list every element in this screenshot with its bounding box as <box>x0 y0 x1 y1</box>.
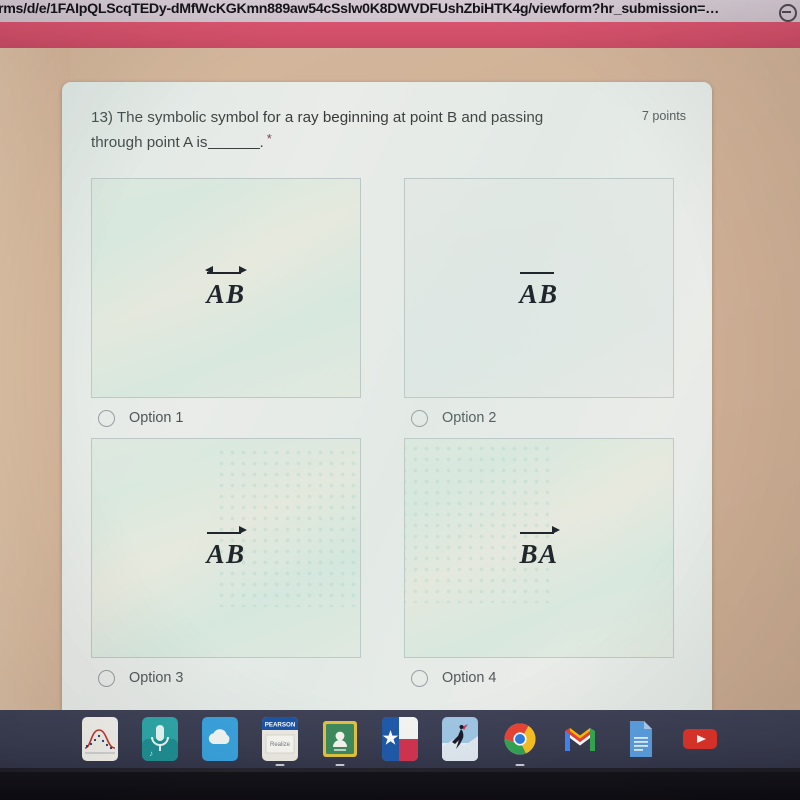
option-1-radio-row[interactable]: Option 1 <box>91 398 361 438</box>
dock: ♪ PEARSON Realize <box>0 710 800 768</box>
dock-item-graphing-calculator[interactable] <box>81 717 119 761</box>
graphing-calculator-icon <box>82 717 118 761</box>
bezel-edge-highlight <box>0 768 800 772</box>
notation-bar <box>520 532 554 534</box>
arrowhead-right-icon <box>551 525 560 534</box>
radio-option-4[interactable] <box>411 669 428 687</box>
notation-bar <box>520 272 554 274</box>
option-1-label: Option 1 <box>129 410 184 426</box>
question-body: The symbolic symbol for a ray beginning … <box>91 109 544 152</box>
dock-item-youtube[interactable] <box>681 717 719 761</box>
svg-text:PEARSON: PEARSON <box>265 722 296 729</box>
option-4-image[interactable]: BA <box>404 438 674 658</box>
option-cell-1: AB Option 1 <box>91 178 361 438</box>
sound-recorder-icon: ♪ <box>142 717 178 761</box>
question-body-end: . <box>259 134 264 152</box>
texas-flag-icon <box>382 717 418 761</box>
dock-running-indicator <box>335 763 345 766</box>
option-2-radio-row[interactable]: Option 2 <box>404 398 674 438</box>
options-row-1: AB Option 1 AB Option 2 <box>91 178 691 438</box>
arrowhead-right-icon <box>238 525 247 534</box>
line-notation-ab: AB <box>205 265 247 309</box>
option-4-letters: BA <box>519 539 559 569</box>
option-1-image[interactable]: AB <box>91 178 361 398</box>
dock-running-indicator <box>515 763 525 766</box>
question-text: 13) The symbolic symbol for a ray beginn… <box>91 106 591 154</box>
option-2-label: Option 2 <box>442 410 497 426</box>
cloud-app-icon <box>202 717 238 761</box>
question-header: 13) The symbolic symbol for a ray beginn… <box>91 106 686 154</box>
points-label: 7 points <box>641 109 686 123</box>
radio-option-3[interactable] <box>98 669 115 687</box>
option-4-label: Option 4 <box>442 670 497 686</box>
google-docs-icon <box>630 721 652 757</box>
question-number: 13) <box>91 109 113 126</box>
dock-item-google-docs[interactable] <box>621 717 659 761</box>
option-1-letters: AB <box>206 279 246 309</box>
dock-item-pearson-realize[interactable]: PEARSON Realize <box>261 717 299 766</box>
option-2-image[interactable]: AB <box>404 178 674 398</box>
chrome-icon <box>504 723 536 755</box>
answer-blank <box>207 148 260 150</box>
svg-text:Realize: Realize <box>270 742 291 748</box>
dock-running-indicator <box>275 763 285 766</box>
dock-item-google-classroom[interactable] <box>321 717 359 766</box>
dock-item-gmail[interactable] <box>561 717 599 761</box>
option-cell-3: AB Option 3 <box>91 438 361 698</box>
option-3-letters: AB <box>206 539 246 569</box>
option-2-letters: AB <box>519 279 559 309</box>
option-cell-2: AB Option 2 <box>404 178 674 438</box>
arrowhead-left-icon <box>205 265 214 274</box>
option-cell-4: BA Option 4 <box>404 438 674 698</box>
option-4-radio-row[interactable]: Option 4 <box>404 658 674 698</box>
dock-item-chrome[interactable] <box>501 717 539 766</box>
google-classroom-icon <box>323 721 357 757</box>
dock-item-photos[interactable] <box>441 717 479 761</box>
dancer-photo-icon <box>442 717 478 761</box>
dock-item-texas-app[interactable] <box>381 717 419 761</box>
option-3-image[interactable]: AB <box>91 438 361 658</box>
dock-item-cloud-app[interactable] <box>201 717 239 761</box>
segment-notation-ab: AB <box>519 268 558 308</box>
options-grid: AB Option 1 AB Option 2 AB Option 3 BA O… <box>91 178 691 698</box>
youtube-icon <box>683 729 717 749</box>
account-circle-icon[interactable] <box>779 4 797 22</box>
form-header-banner <box>0 22 800 48</box>
laptop-bezel <box>0 768 800 800</box>
required-asterisk: * <box>266 131 272 147</box>
gmail-icon <box>565 728 595 751</box>
laptop-screen-photo: rms/d/e/1FAIpQLScqTEDy-dMfWcKGKmn889aw54… <box>0 0 800 800</box>
option-3-radio-row[interactable]: Option 3 <box>91 658 361 698</box>
radio-option-1[interactable] <box>98 409 115 427</box>
radio-option-2[interactable] <box>411 409 428 427</box>
dock-item-sound-recorder[interactable]: ♪ <box>141 717 179 761</box>
question-card: 13) The symbolic symbol for a ray beginn… <box>62 82 712 710</box>
arrowhead-right-icon <box>238 265 247 274</box>
option-3-label: Option 3 <box>129 670 184 686</box>
browser-url-bar[interactable]: rms/d/e/1FAIpQLScqTEDy-dMfWcKGKmn889aw54… <box>0 0 800 22</box>
options-row-2: AB Option 3 BA Option 4 <box>91 438 691 698</box>
ray-notation-ab: AB <box>206 525 247 569</box>
notation-bar <box>207 532 241 534</box>
svg-text:♪: ♪ <box>149 749 153 758</box>
pearson-realize-icon: PEARSON Realize <box>262 717 298 761</box>
ray-notation-ba: BA <box>519 525 560 569</box>
url-text[interactable]: rms/d/e/1FAIpQLScqTEDy-dMfWcKGKmn889aw54… <box>0 1 719 17</box>
